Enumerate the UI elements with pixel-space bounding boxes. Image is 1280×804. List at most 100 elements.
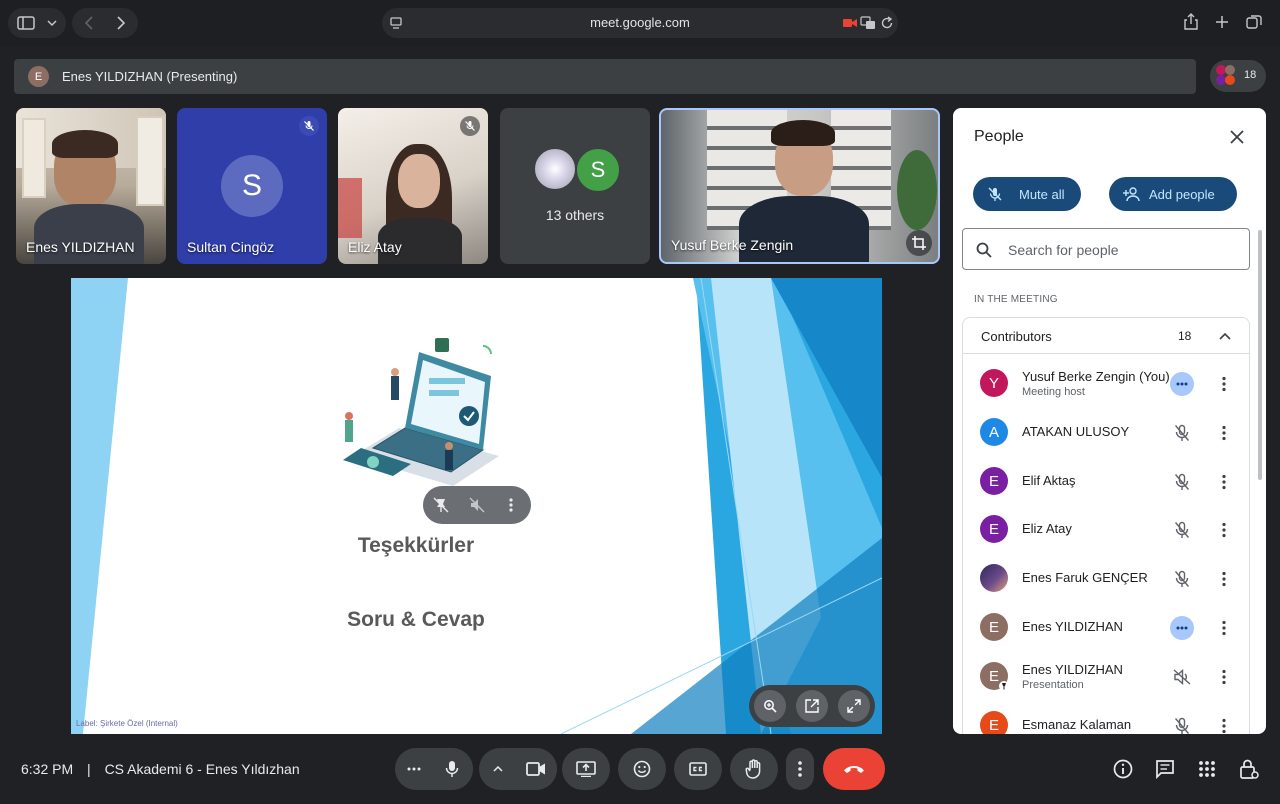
participant-menu-button[interactable] [1214,665,1234,689]
muted-icon [299,116,319,136]
participant-avatar: E [980,613,1008,641]
chevron-up-icon[interactable] [1219,332,1231,340]
video-tile-sultan[interactable]: S Sultan Cingöz [177,108,327,264]
microphone-button[interactable] [431,748,473,790]
participant-row[interactable]: E Elif Aktaş [980,457,1240,505]
more-vertical-icon [798,761,802,777]
more-options-icon[interactable] [509,497,513,513]
participant-role: Meeting host [1022,386,1085,398]
reframe-button[interactable] [906,230,932,256]
fullscreen-button[interactable] [838,690,870,722]
mic-off-icon[interactable] [1170,470,1194,494]
activities-grid-icon[interactable] [1198,760,1216,778]
participant-mini-avatar [1225,65,1235,75]
room-poster-image [338,178,362,238]
participant-menu-button[interactable] [1214,518,1234,542]
participants-count-button[interactable]: 18 [1210,60,1266,92]
participant-row[interactable]: E Enes YILDIZHAN Presentation [980,652,1240,700]
person-body-image [34,204,144,264]
unpin-icon[interactable] [433,497,449,513]
search-people-input[interactable]: Search for people [962,228,1250,270]
video-tile-eliz[interactable]: Eliz Atay [338,108,488,264]
audio-options-button[interactable] [404,761,424,777]
add-person-icon [1123,187,1140,202]
mic-off-icon[interactable] [1170,421,1194,445]
participant-avatar: Y [980,369,1008,397]
zoom-in-icon [764,700,777,713]
meeting-details-icon[interactable] [1113,759,1133,779]
bookshelf-image [22,118,46,198]
video-options-button[interactable] [490,761,506,777]
participant-row[interactable]: Y Yusuf Berke Zengin (You) Meeting host [980,359,1240,407]
participant-row[interactable]: E Eliz Atay [980,505,1240,553]
zoom-button[interactable] [754,690,786,722]
person-face-image [398,154,440,208]
participant-avatar: E [980,467,1008,495]
more-vertical-icon [1222,718,1226,734]
pop-out-button[interactable] [796,690,828,722]
participant-name: Esmanaz Kalaman [1022,717,1132,732]
host-controls-icon[interactable] [1239,758,1259,780]
call-end-icon [844,766,864,773]
chevron-down-icon [47,20,57,27]
address-bar[interactable]: meet.google.com [382,8,898,38]
mute-all-button[interactable]: Mute all [973,177,1081,211]
volume-off-icon[interactable] [1170,665,1194,689]
volume-off-icon[interactable] [469,497,485,513]
video-tile-others[interactable]: S 13 others [500,108,650,264]
participant-menu-button[interactable] [1214,421,1234,445]
tab-overview-icon[interactable] [1246,14,1262,30]
people-panel: People Mute all Add people Search for pe… [953,108,1266,734]
participant-name: Elif Aktaş [1022,473,1076,488]
participant-menu-button[interactable] [1214,567,1234,591]
group-count: 18 [1178,329,1192,343]
other-avatar-image [533,147,577,191]
sidebar-toggle-button[interactable] [8,8,66,38]
tile-name: Yusuf Berke Zengin [671,237,794,253]
camera-button[interactable] [515,748,557,790]
participant-menu-button[interactable] [1214,372,1234,396]
participant-activity-icon[interactable] [1170,616,1194,640]
person-hair-image [771,120,835,146]
share-icon[interactable] [1183,13,1199,31]
raise-hand-button[interactable] [730,748,778,790]
video-tile-enes[interactable]: Enes YILDIZHAN [16,108,166,264]
participant-row[interactable]: E Enes YILDIZHAN [980,603,1240,651]
section-label: IN THE MEETING [974,294,1058,305]
participant-menu-button[interactable] [1214,714,1234,734]
participant-menu-button[interactable] [1214,470,1234,494]
video-tile-yusuf[interactable]: Yusuf Berke Zengin [659,108,940,264]
captions-button[interactable] [674,748,722,790]
url-text: meet.google.com [590,15,690,30]
group-label: Contributors [981,329,1052,344]
participant-row[interactable]: E Esmanaz Kalaman [980,701,1240,734]
add-people-button[interactable]: Add people [1109,177,1237,211]
more-options-button[interactable] [786,748,814,790]
back-icon[interactable] [84,16,94,30]
contributors-header[interactable]: Contributors 18 [963,318,1249,354]
present-screen-button[interactable] [562,748,610,790]
participant-avatar: A [980,418,1008,446]
muted-icon [460,116,480,136]
leave-call-button[interactable] [823,748,885,790]
camera-active-icon[interactable] [842,17,858,29]
crop-icon [912,236,926,250]
forward-icon[interactable] [116,16,126,30]
close-icon[interactable] [1230,130,1244,144]
new-tab-icon[interactable] [1215,15,1229,29]
security-laptop-illustration [343,338,499,486]
reactions-button[interactable] [618,748,666,790]
tile-name: Eliz Atay [348,239,402,255]
reload-icon[interactable] [880,16,894,30]
panel-scrollbar[interactable] [1258,230,1262,480]
participant-menu-button[interactable] [1214,616,1234,640]
chat-icon[interactable] [1155,759,1175,779]
audio-control-group [395,748,473,790]
mic-off-icon[interactable] [1170,518,1194,542]
mic-off-icon[interactable] [1170,714,1194,734]
participant-row[interactable]: A ATAKAN ULUSOY [980,408,1240,456]
participant-activity-icon[interactable] [1170,372,1194,396]
mic-off-icon[interactable] [1170,567,1194,591]
translate-icon[interactable] [860,16,876,30]
participant-row[interactable]: Enes Faruk GENÇER [980,554,1240,602]
